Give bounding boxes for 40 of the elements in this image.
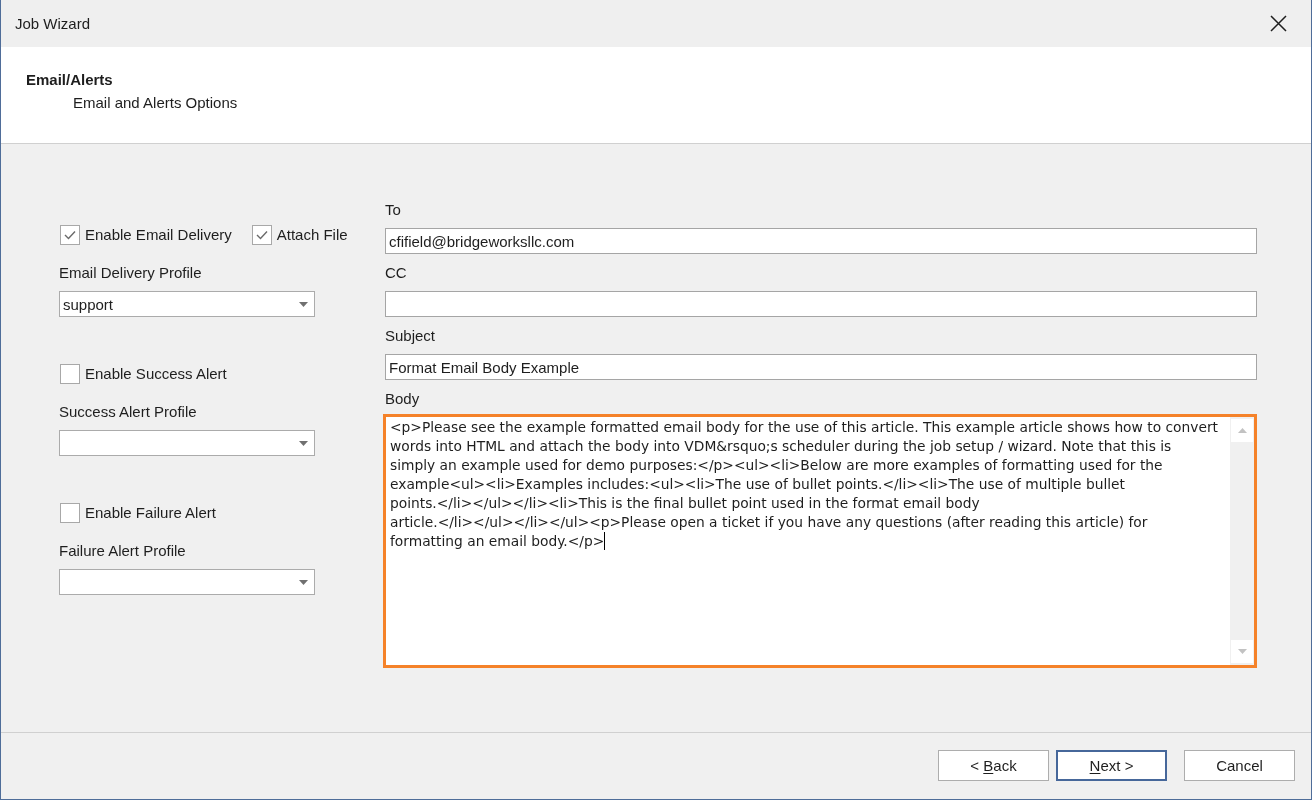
- page-subtitle: Email and Alerts Options: [73, 94, 238, 112]
- checkmark-icon: [255, 230, 268, 240]
- up-arrow-icon: [1237, 428, 1247, 433]
- caret-down-icon: [299, 579, 308, 585]
- body-text-field[interactable]: <p>Please see the example formatted email body for the use of this article. This example article shows how to convert words into HTML and attach the body into VDM&rsquo;s scheduler during the job setup / wizard. Note that this is simply an example used for demo purposes:</p><ul><li>Below are more examples of formatting used for the example<ul><li>Examples includes:<ul><li>The use of bullet points.</li><li>The use of multiple bullet points.</li></ul></li><li>This is the final bullet point used in the format email body article.</li></ul></li></ul><p>Please open a ticket if you have any questions (after reading this article) for formatting an email body.</p>: [383, 414, 1257, 668]
- field-label: Failure Alert Profile: [59, 541, 186, 561]
- vertical-scrollbar[interactable]: [1230, 417, 1254, 665]
- field-label: Body: [385, 389, 420, 409]
- checkbox-label: Enable Failure Alert: [85, 503, 216, 523]
- dialog-button[interactable]: Next >: [1056, 750, 1167, 781]
- dropdown[interactable]: [59, 430, 315, 456]
- text-field[interactable]: [385, 291, 1257, 317]
- text-field[interactable]: cfifield@bridgeworksllc.com: [385, 228, 1257, 254]
- window-title: Job Wizard: [15, 14, 91, 33]
- dialog-button[interactable]: < Back: [938, 750, 1049, 781]
- checkbox[interactable]: [60, 364, 80, 384]
- checkbox[interactable]: [60, 503, 80, 523]
- field-label: To: [385, 200, 401, 220]
- checkbox-label: Enable Success Alert: [85, 364, 227, 384]
- field-label: Subject: [385, 326, 436, 346]
- dialog-button[interactable]: Cancel: [1184, 750, 1295, 781]
- caret-down-icon: [299, 301, 308, 307]
- checkmark-icon: [64, 230, 76, 240]
- caret-down-icon: [299, 440, 308, 446]
- scroll-up-button[interactable]: [1231, 419, 1253, 442]
- checkbox-label: Enable Email Delivery: [85, 225, 232, 245]
- dropdown[interactable]: support: [59, 291, 315, 317]
- field-label: Success Alert Profile: [59, 402, 197, 422]
- text-field[interactable]: Format Email Body Example: [385, 354, 1257, 380]
- scroll-down-button[interactable]: [1231, 640, 1253, 663]
- close-icon: [1269, 15, 1287, 32]
- field-label: CC: [385, 263, 407, 283]
- down-arrow-icon: [1237, 649, 1247, 654]
- checkbox[interactable]: [60, 225, 80, 245]
- checkbox-label: Attach File: [276, 225, 348, 245]
- field-label: Email Delivery Profile: [59, 263, 202, 283]
- dropdown[interactable]: [59, 569, 315, 595]
- text-cursor-icon: [604, 532, 606, 550]
- page-title: Email/Alerts: [26, 71, 113, 89]
- checkbox[interactable]: [251, 225, 272, 245]
